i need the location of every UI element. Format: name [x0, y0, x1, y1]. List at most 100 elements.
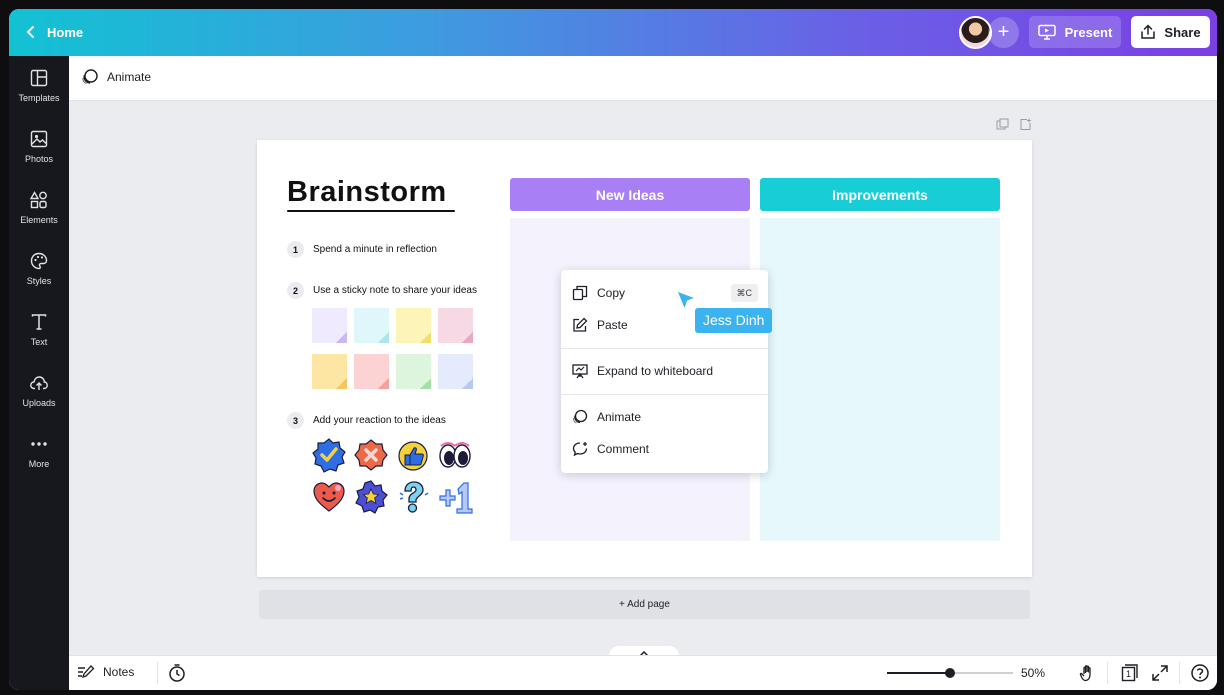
- step-number: 3: [287, 412, 304, 429]
- chevron-left-icon: [26, 26, 34, 38]
- notes-button[interactable]: Notes: [77, 664, 134, 680]
- eyes-sticker[interactable]: [437, 437, 473, 473]
- sidebar-item-text[interactable]: Text: [9, 312, 69, 362]
- sidebar-item-more[interactable]: More: [9, 434, 69, 484]
- add-page-button[interactable]: + Add page: [259, 590, 1030, 619]
- home-button[interactable]: Home: [25, 21, 83, 43]
- heart-face-sticker[interactable]: [311, 479, 347, 515]
- menu-item-label: Comment: [597, 442, 650, 456]
- step-number: 1: [287, 241, 304, 258]
- sidebar-item-label: Photos: [24, 154, 54, 164]
- menu-item-expand-to-whiteboard[interactable]: Expand to whiteboard: [561, 356, 768, 386]
- step-1: 1 Spend a minute in reflection: [287, 241, 437, 258]
- menu-item-copy[interactable]: Copy ⌘C: [561, 278, 768, 308]
- sticky-note[interactable]: [354, 308, 389, 343]
- divider: [157, 662, 158, 684]
- step-3: 3 Add your reaction to the ideas: [287, 412, 446, 429]
- fullscreen-icon[interactable]: [1150, 663, 1170, 683]
- sticky-note-fold: [378, 378, 389, 389]
- column-improvements[interactable]: [760, 218, 1000, 541]
- menu-item-label: Expand to whiteboard: [597, 364, 714, 378]
- menu-item-animate[interactable]: Animate: [561, 402, 768, 432]
- sidebar-item-label: More: [28, 459, 50, 469]
- column-header-new-ideas[interactable]: New Ideas: [510, 178, 750, 211]
- bottom-bar: Notes 50% 1: [69, 655, 1217, 690]
- menu-item-comment[interactable]: Comment: [561, 434, 768, 464]
- sticky-note[interactable]: [438, 308, 473, 343]
- divider: [1107, 662, 1108, 684]
- column-header-improvements[interactable]: Improvements: [760, 178, 1000, 211]
- sidebar-item-label: Styles: [26, 276, 52, 286]
- page-actions: [996, 118, 1032, 131]
- sticky-note[interactable]: [396, 354, 431, 389]
- left-sidebar: Templates Photos Elements Styles Text Up…: [9, 56, 69, 690]
- divider: [1179, 662, 1180, 684]
- share-label: Share: [1164, 24, 1201, 40]
- editor-toolbar: Animate: [69, 56, 1217, 101]
- title-underline: [287, 210, 455, 212]
- present-button[interactable]: Present: [1029, 16, 1121, 48]
- menu-divider: [561, 394, 768, 395]
- copy-icon: [572, 285, 588, 301]
- thumbs-up-sticker[interactable]: [395, 437, 431, 473]
- add-page-icon[interactable]: [1019, 118, 1032, 131]
- sticky-note-fold: [420, 332, 431, 343]
- question-mark-sticker[interactable]: [395, 479, 431, 515]
- styles-icon: [30, 252, 48, 270]
- sidebar-item-label: Text: [30, 337, 48, 347]
- sidebar-item-styles[interactable]: Styles: [9, 251, 69, 301]
- present-icon: [1037, 24, 1056, 40]
- step-2: 2 Use a sticky note to share your ideas: [287, 282, 477, 299]
- app-window: Home + Present Share Templates Photos El…: [9, 9, 1217, 690]
- sticky-note[interactable]: [312, 308, 347, 343]
- cross-badge-sticker[interactable]: [353, 437, 389, 473]
- help-icon[interactable]: [1190, 663, 1210, 683]
- plus-one-sticker[interactable]: [437, 479, 473, 515]
- add-collaborator-button[interactable]: +: [988, 17, 1019, 48]
- animate-icon: [572, 409, 588, 424]
- animate-toolbar-button[interactable]: Animate: [81, 68, 151, 86]
- sticky-note[interactable]: [312, 354, 347, 389]
- zoom-slider[interactable]: [887, 668, 1013, 678]
- comment-icon: [572, 442, 588, 457]
- copy-shortcut: ⌘C: [730, 284, 758, 302]
- sticky-note-fold: [462, 378, 473, 389]
- share-button[interactable]: Share: [1131, 16, 1210, 48]
- sidebar-item-label: Elements: [20, 215, 58, 225]
- sticky-note[interactable]: [396, 308, 431, 343]
- duplicate-page-icon[interactable]: [996, 118, 1009, 131]
- notes-label: Notes: [103, 665, 135, 679]
- templates-icon: [30, 69, 48, 87]
- step-text: Add your reaction to the ideas: [313, 415, 446, 426]
- sticky-note[interactable]: [438, 354, 473, 389]
- hand-tool-icon[interactable]: [1078, 663, 1098, 683]
- photos-icon: [30, 130, 48, 148]
- board-title[interactable]: Brainstorm: [287, 176, 447, 209]
- sidebar-item-elements[interactable]: Elements: [9, 190, 69, 240]
- timer-icon[interactable]: [167, 663, 187, 683]
- checkmark-badge-sticker[interactable]: [311, 437, 347, 473]
- sidebar-item-label: Templates: [18, 93, 60, 103]
- sidebar-item-uploads[interactable]: Uploads: [9, 373, 69, 423]
- more-icon: [31, 442, 47, 446]
- sticky-note-fold: [462, 332, 473, 343]
- star-badge-sticker[interactable]: [353, 479, 389, 515]
- sticky-note-fold: [378, 332, 389, 343]
- collaborator-cursor-icon: [678, 292, 694, 308]
- step-number: 2: [287, 282, 304, 299]
- page-number: 1: [1125, 669, 1131, 679]
- sticky-note[interactable]: [354, 354, 389, 389]
- elements-icon: [29, 191, 47, 209]
- present-label: Present: [1064, 24, 1113, 40]
- sidebar-item-templates[interactable]: Templates: [9, 68, 69, 118]
- zoom-slider-handle[interactable]: [945, 668, 955, 678]
- zoom-level[interactable]: 50%: [1021, 666, 1045, 680]
- sidebar-item-label: Uploads: [22, 398, 56, 408]
- step-text: Spend a minute in reflection: [313, 244, 437, 255]
- share-icon: [1141, 24, 1156, 39]
- menu-divider: [561, 348, 768, 349]
- collaborator-name-tag: Jess Dinh: [695, 308, 773, 333]
- sidebar-item-photos[interactable]: Photos: [9, 129, 69, 179]
- paste-icon: [573, 317, 588, 332]
- page-count-button[interactable]: 1: [1119, 663, 1139, 683]
